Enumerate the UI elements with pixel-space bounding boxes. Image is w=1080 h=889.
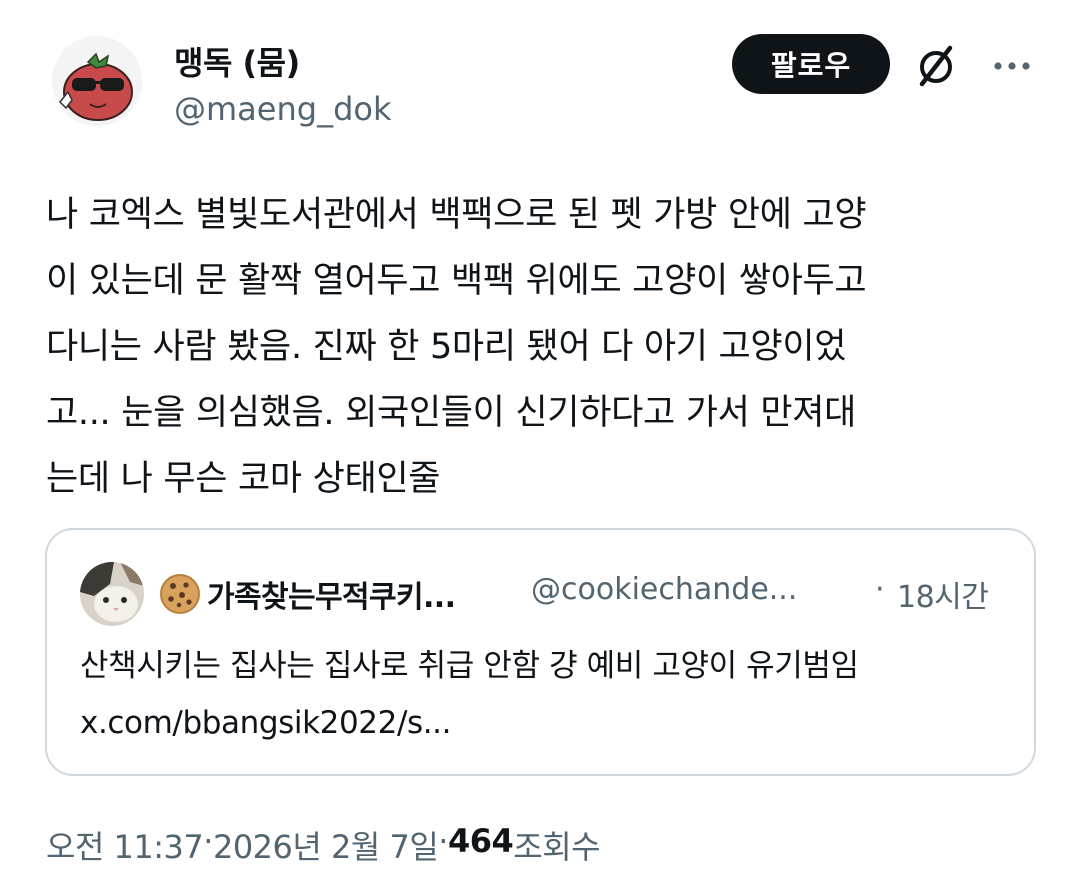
tomato-avatar-icon xyxy=(52,36,142,126)
quoted-timestamp[interactable]: 18시간 xyxy=(897,572,989,616)
quoted-author-avatar[interactable] xyxy=(80,562,144,626)
cat-avatar-icon xyxy=(80,562,144,626)
quoted-separator: · xyxy=(875,572,885,607)
grok-icon[interactable] xyxy=(912,42,960,90)
follow-button[interactable]: 팔로우 xyxy=(732,34,890,94)
quoted-tweet-text: 산책시키는 집사는 집사로 취급 안함 걍 예비 고양이 유기범임 x.com/… xyxy=(80,648,859,741)
meta-separator: · xyxy=(438,822,448,860)
author-handle[interactable]: @maeng_dok xyxy=(174,90,391,128)
tweet-text: 나 코엑스 별빛도서관에서 백팩으로 된 펫 가방 안에 고양 이 있는데 문 … xyxy=(46,195,867,499)
quoted-author-handle[interactable]: @cookiechande... xyxy=(531,572,797,607)
author-avatar[interactable] xyxy=(52,36,142,126)
cookie-icon xyxy=(159,573,201,615)
views-count[interactable]: 464 xyxy=(448,822,514,868)
quoted-tweet-card[interactable]: 가족찾는무적쿠키... @cookiechande... · 18시간 산책시키… xyxy=(45,528,1036,776)
quoted-author-name[interactable]: 가족찾는무적쿠키... xyxy=(207,572,456,616)
views-label: 조회수 xyxy=(513,828,601,866)
meta-separator: · xyxy=(203,822,213,860)
tweet-date[interactable]: 2026년 2월 7일 xyxy=(213,822,439,868)
tweet-meta: 오전 11:37 · 2026년 2월 7일 · 464 조회수 xyxy=(46,822,601,868)
more-horizontal-icon[interactable] xyxy=(988,42,1036,90)
tweet-time[interactable]: 오전 11:37 xyxy=(46,822,204,868)
author-display-name[interactable]: 맹독 (뭄) xyxy=(174,38,300,84)
